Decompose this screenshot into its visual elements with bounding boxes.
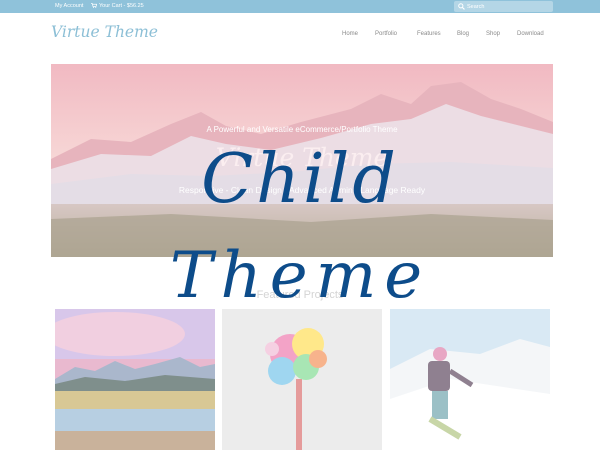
- nav-item-features[interactable]: Features: [417, 31, 441, 37]
- nav-item-home[interactable]: Home: [342, 31, 358, 37]
- portfolio-item-snowboarder[interactable]: [390, 309, 550, 450]
- snowboarder-image: [390, 309, 550, 450]
- top-bar: My Account Your Cart - $56.25: [0, 0, 600, 13]
- nav-item-blog[interactable]: Blog: [457, 31, 469, 37]
- child-overlay-text: Child: [201, 140, 399, 219]
- search-box[interactable]: [454, 1, 553, 12]
- cart-label: Your Cart - $56.25: [99, 3, 144, 9]
- cart-icon: [91, 3, 97, 9]
- nav-item-download[interactable]: Download: [517, 31, 544, 37]
- nav-item-shop[interactable]: Shop: [486, 31, 500, 37]
- theme-overlay-text: Theme: [169, 239, 431, 313]
- search-input[interactable]: [467, 2, 551, 11]
- cart-link[interactable]: Your Cart - $56.25: [91, 2, 144, 11]
- paint-splash-image: [222, 309, 382, 450]
- portfolio-item-paint-splash[interactable]: [222, 309, 382, 450]
- nav-item-portfolio[interactable]: Portfolio: [375, 31, 397, 37]
- hero-tagline: A Powerful and Versatile eCommerce/Portf…: [206, 125, 398, 134]
- portfolio-item-lake[interactable]: [55, 309, 215, 450]
- my-account-link[interactable]: My Account: [55, 2, 83, 11]
- lake-image: [55, 309, 215, 450]
- search-icon: [458, 3, 465, 10]
- site-logo[interactable]: Virtue Theme: [51, 23, 158, 41]
